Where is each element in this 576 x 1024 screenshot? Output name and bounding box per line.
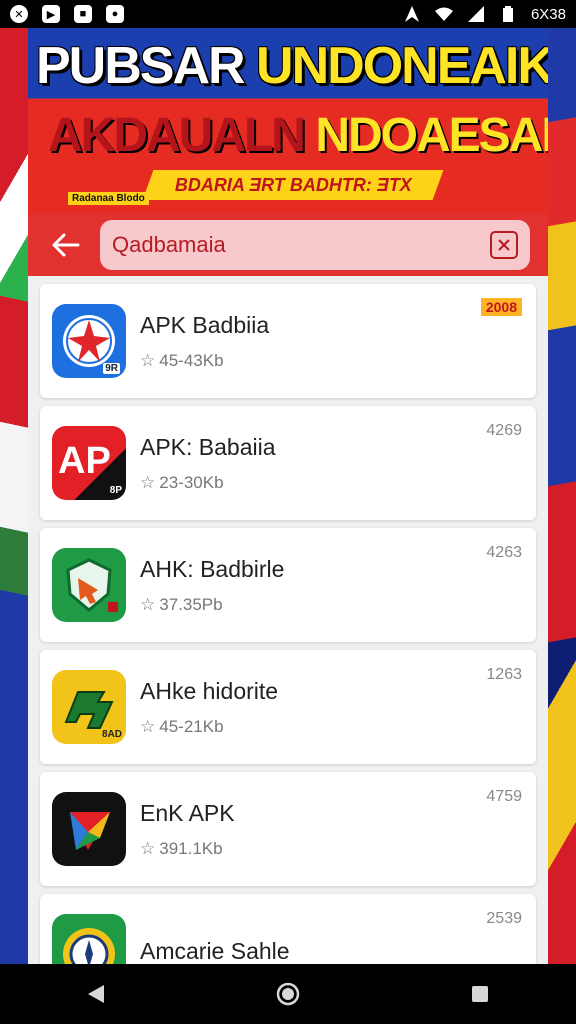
star-icon: ☆ (140, 716, 156, 736)
search-clear-icon[interactable] (490, 231, 518, 259)
app-meta: ☆ 37.35Pb (140, 595, 284, 615)
search-header: Qadbamaia (28, 214, 548, 276)
star-icon: ☆ (140, 472, 156, 492)
store-notification-icon: ■ (74, 5, 92, 23)
system-nav-bar (0, 964, 576, 1024)
status-right-icons: 6X38 (403, 5, 566, 23)
video-notification-icon: ▶ (42, 5, 60, 23)
list-item[interactable]: EnK APK ☆ 391.1Kb 4759 (40, 772, 536, 886)
nav-recents-icon[interactable] (460, 974, 500, 1014)
icon-text: AP (58, 440, 111, 482)
banner-subtitle-red: AKDAUALN (48, 109, 316, 162)
app-size: 391.1Kb (159, 838, 223, 858)
list-item[interactable]: AHK: Badbirle ☆ 37.35Pb 4263 (40, 528, 536, 642)
app-meta: ☆ 391.1Kb (140, 839, 235, 859)
app-count: 4263 (486, 544, 522, 561)
app-size: 45-21Kb (159, 716, 224, 736)
banner-strip-text: BDARIA ƎRT BADHTR: ƎTX (174, 174, 412, 195)
banner-title-yellow: UNDONEAIK (256, 37, 548, 95)
banner-tag: Radanaa Blodo (68, 192, 149, 205)
app-size: 45-43Kb (159, 350, 224, 370)
star-icon: ☆ (140, 838, 156, 858)
app-info: APK: Babaiia ☆ 23-30Kb (140, 434, 276, 493)
app-info: AHK: Badbirle ☆ 37.35Pb (140, 556, 284, 615)
list-item[interactable]: 8AD AHke hidorite ☆ 45-21Kb 1263 (40, 650, 536, 764)
app-meta: ☆ 45-21Kb (140, 717, 278, 737)
search-input-value: Qadbamaia (112, 232, 226, 257)
camera-notification-icon: ● (106, 5, 124, 23)
app-badge: 2008 (480, 298, 522, 316)
back-arrow-icon[interactable] (48, 227, 84, 263)
banner-strip: BDARIA ƎRT BADHTR: ƎTX (142, 170, 444, 200)
header-banner: PUBSAR UNDONEAIK AKDAUALN NDOAESAI. BDAR… (28, 28, 548, 214)
signal-icon (467, 5, 485, 23)
app-size: 37.35Pb (159, 594, 223, 614)
list-item[interactable]: 9R APK Badbiia ☆ 45-43Kb 2008 (40, 284, 536, 398)
app-info: EnK APK ☆ 391.1Kb (140, 800, 235, 859)
wifi-icon (434, 5, 453, 23)
status-time: 6X38 (530, 5, 566, 23)
app-notification-icon: ✕ (10, 5, 28, 23)
play-arrow-icon (52, 792, 126, 866)
icon-tag: 8P (109, 485, 122, 496)
list-item[interactable]: Amcarie Sahle 2539 (40, 894, 536, 964)
status-bar: ✕ ▶ ■ ● 6X38 (0, 0, 576, 28)
app-size: 23-30Kb (159, 472, 224, 492)
icon-tag: 9R (103, 363, 120, 374)
app-list: 9R APK Badbiia ☆ 45-43Kb 2008 AP 8P APK: … (28, 276, 548, 964)
yellow-arrow-icon: 8AD (52, 670, 126, 744)
banner-subtitle-yellow: NDOAESAI. (315, 109, 548, 162)
app-name: Amcarie Sahle (140, 937, 290, 964)
app-count: 4759 (486, 788, 522, 805)
list-item[interactable]: AP 8P APK: Babaiia ☆ 23-30Kb 4269 (40, 406, 536, 520)
star-icon: ☆ (140, 594, 156, 614)
app-name: AHK: Badbirle (140, 555, 285, 582)
banner-subtitle: AKDAUALN NDOAESAI. (48, 108, 548, 163)
app-name: EnK APK (140, 799, 235, 826)
app-info: AHke hidorite ☆ 45-21Kb (140, 678, 278, 737)
location-icon (403, 5, 421, 23)
status-left-icons: ✕ ▶ ■ ● (10, 5, 124, 23)
banner-title-white: PUBSAR (36, 37, 257, 95)
app-count: 4269 (486, 422, 522, 439)
app-name: AHke hidorite (140, 677, 279, 704)
app-name: APK Badbiia (140, 311, 270, 338)
nav-back-icon[interactable] (76, 974, 116, 1014)
app-name: APK: Babaiia (140, 433, 276, 460)
banner-title: PUBSAR UNDONEAIK (36, 36, 548, 96)
nav-home-icon[interactable] (268, 974, 308, 1014)
app-info: Amcarie Sahle (140, 938, 290, 965)
star-icon: ☆ (140, 350, 156, 370)
battery-icon (499, 5, 517, 23)
ap-logo-icon: AP 8P (52, 426, 126, 500)
app-meta: ☆ 45-43Kb (140, 351, 269, 371)
app-count: 2539 (486, 910, 522, 927)
compass-red-star-icon: 9R (52, 304, 126, 378)
icon-tag: 8AD (101, 729, 122, 740)
search-input[interactable]: Qadbamaia (100, 220, 530, 270)
app-count: 1263 (486, 666, 522, 683)
app-info: APK Badbiia ☆ 45-43Kb (140, 312, 269, 371)
gear-compass-icon (52, 914, 126, 964)
app-meta: ☆ 23-30Kb (140, 473, 276, 493)
shield-arrow-icon (52, 548, 126, 622)
